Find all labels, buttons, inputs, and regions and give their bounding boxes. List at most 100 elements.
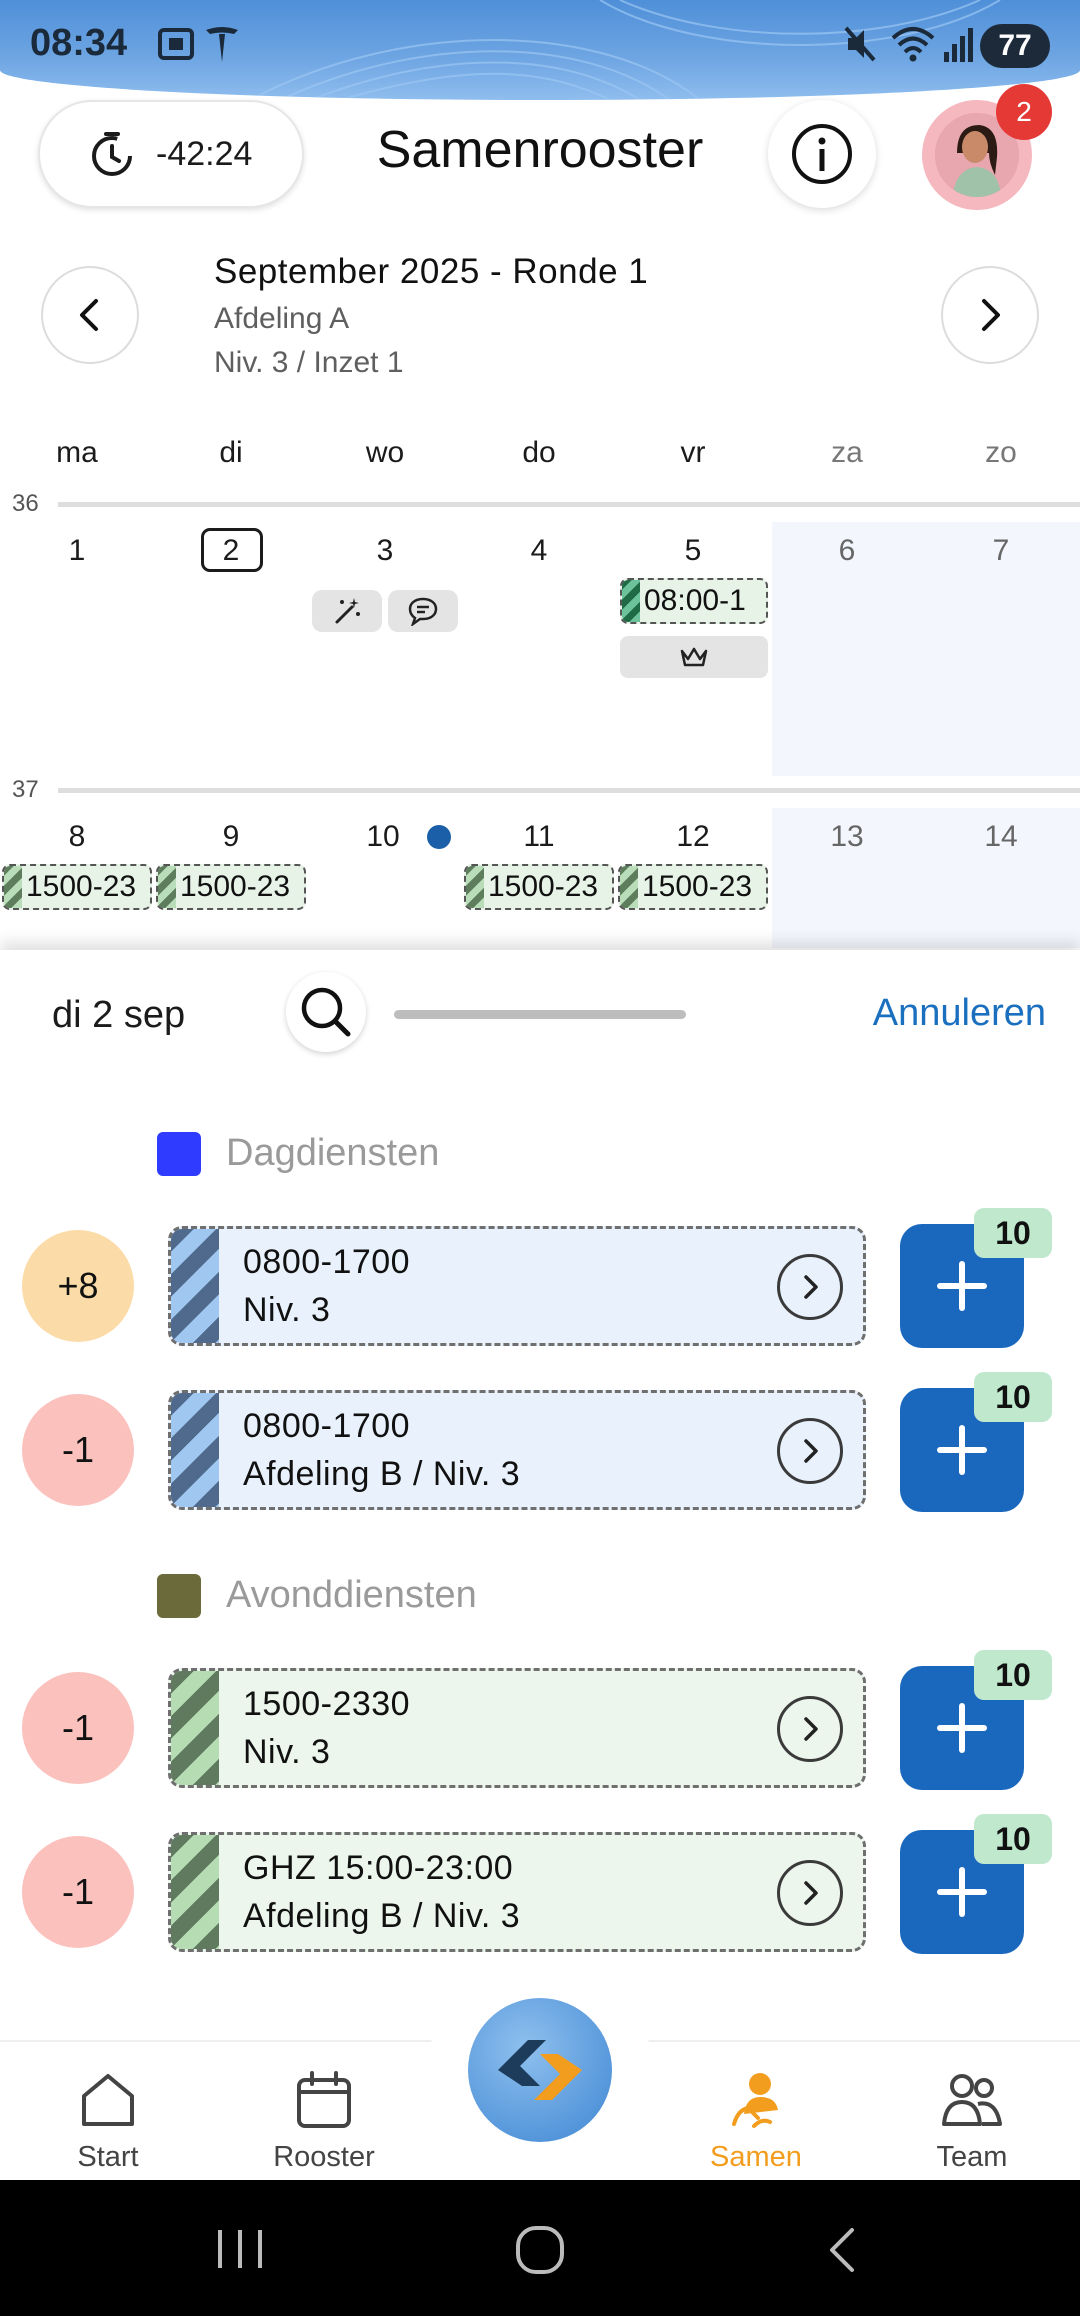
shift-time: 1500-2330 (243, 1685, 411, 1723)
magic-wand-chip[interactable] (312, 590, 382, 632)
available-count: 10 (974, 1372, 1052, 1422)
shift-balance: -1 (22, 1672, 134, 1784)
battery-indicator: 77 (980, 24, 1050, 68)
shift-card[interactable]: 0800-1700 Afdeling B / Niv. 3 (168, 1390, 866, 1510)
open-shift-button[interactable] (777, 1418, 843, 1484)
event-dot (427, 825, 451, 849)
calendar-day[interactable]: 12 (616, 820, 770, 854)
calendar-icon (297, 2071, 351, 2128)
calendar-day[interactable]: 11 (462, 820, 616, 854)
wifi-icon (891, 27, 935, 62)
weekday-label: ma (56, 436, 98, 469)
info-button[interactable] (768, 100, 876, 208)
group-title-avonddiensten: Avonddiensten (226, 1574, 477, 1616)
calendar-shift-chip[interactable]: 08:00-1 (620, 578, 768, 624)
status-bar: 08:34 77 (0, 0, 1080, 100)
plus-icon (937, 1703, 987, 1753)
magic-wand-icon (335, 598, 360, 624)
calendar-day[interactable]: 5 (616, 534, 770, 568)
available-count: 10 (974, 1208, 1052, 1258)
drag-handle[interactable] (394, 1010, 686, 1019)
shift-details: Afdeling B / Niv. 3 (243, 1455, 521, 1493)
signal-icon (944, 28, 973, 62)
period-title: September 2025 - Ronde 1 (214, 252, 649, 291)
chevron-right-icon (804, 1881, 818, 1905)
comment-chip[interactable] (388, 590, 458, 632)
chat-bubble-icon (408, 597, 438, 626)
app-logo-button[interactable] (468, 1998, 612, 2142)
calendar-shift-chip[interactable]: 1500-23 (156, 864, 306, 910)
open-shift-button[interactable] (777, 1254, 843, 1320)
open-shift-button[interactable] (777, 1696, 843, 1762)
next-period-button[interactable] (941, 266, 1039, 364)
status-time: 08:34 (30, 22, 128, 64)
crown-chip[interactable] (620, 636, 768, 678)
weekday-label: di (219, 436, 243, 469)
system-navigation-bar (0, 2180, 1080, 2316)
weekday-label: vr (680, 436, 706, 469)
calendar-shift-chip[interactable]: 1500-23 (618, 864, 768, 910)
calendar-day[interactable]: 14 (924, 820, 1078, 854)
team-icon (942, 2074, 1002, 2126)
plus-icon (937, 1425, 987, 1475)
page-title: Samenrooster (376, 121, 704, 179)
shift-card[interactable]: 1500-2330 Niv. 3 (168, 1668, 866, 1788)
mute-icon (844, 26, 876, 62)
nav-item-samen[interactable]: Samen (676, 2070, 836, 2174)
calendar-day[interactable]: 1 (0, 534, 154, 568)
back-icon[interactable] (822, 2224, 862, 2276)
shift-balance: -1 (22, 1836, 134, 1948)
tesla-icon (206, 27, 238, 62)
notification-badge: 2 (996, 84, 1052, 140)
calendar-day[interactable]: 9 (154, 820, 308, 854)
shift-time: 0800-1700 (243, 1243, 411, 1281)
weekday-label: zo (985, 436, 1017, 469)
chevron-right-icon (982, 299, 1000, 331)
shift-details: Niv. 3 (243, 1733, 331, 1771)
shift-details: Niv. 3 (243, 1291, 331, 1329)
period-level: Niv. 3 / Inzet 1 (214, 346, 404, 379)
calendar-day[interactable]: 3 (308, 534, 462, 568)
chevron-right-icon (804, 1275, 818, 1299)
shift-balance: +8 (22, 1230, 134, 1342)
nav-item-start[interactable]: Start (28, 2070, 188, 2174)
plus-icon (937, 1867, 987, 1917)
calendar-day[interactable]: 4 (462, 534, 616, 568)
week-number: 36 (12, 490, 39, 517)
avonddiensten-color-swatch (157, 1574, 201, 1618)
calendar-day[interactable]: 7 (924, 534, 1078, 568)
home-button-icon[interactable] (514, 2224, 566, 2276)
weekday-label: za (831, 436, 863, 469)
people-hands-icon (732, 2073, 778, 2128)
calendar-day[interactable]: 8 (0, 820, 154, 854)
shift-card[interactable]: 0800-1700 Niv. 3 (168, 1226, 866, 1346)
week-number: 37 (12, 776, 39, 803)
recent-apps-icon[interactable] (210, 2226, 270, 2272)
group-title-dagdiensten: Dagdiensten (226, 1132, 440, 1174)
previous-period-button[interactable] (41, 266, 139, 364)
selected-day-marker (201, 528, 263, 572)
info-icon (792, 124, 852, 184)
chevron-right-icon (804, 1439, 818, 1463)
week-divider (58, 788, 1080, 793)
nav-item-rooster[interactable]: Rooster (244, 2070, 404, 2174)
available-count: 10 (974, 1650, 1052, 1700)
calendar-day[interactable]: 6 (770, 534, 924, 568)
week-divider (58, 502, 1080, 507)
available-count: 10 (974, 1814, 1052, 1864)
weekday-label: wo (365, 436, 405, 469)
shift-time: 0800-1700 (243, 1407, 411, 1445)
open-shift-button[interactable] (777, 1860, 843, 1926)
nav-item-team[interactable]: Team (892, 2070, 1052, 2174)
calendar-shift-chip[interactable]: 1500-23 (464, 864, 614, 910)
selected-date: di 2 sep (52, 994, 186, 1036)
shift-time: GHZ 15:00-23:00 (243, 1849, 514, 1887)
search-button[interactable] (286, 972, 366, 1052)
shift-balance: -1 (22, 1394, 134, 1506)
cancel-button[interactable]: Annuleren (873, 992, 1046, 1035)
shift-card[interactable]: GHZ 15:00-23:00 Afdeling B / Niv. 3 (168, 1832, 866, 1952)
calendar-day[interactable]: 13 (770, 820, 924, 854)
chevron-right-icon (804, 1717, 818, 1741)
chevron-left-icon (80, 299, 98, 331)
calendar-shift-chip[interactable]: 1500-23 (2, 864, 152, 910)
